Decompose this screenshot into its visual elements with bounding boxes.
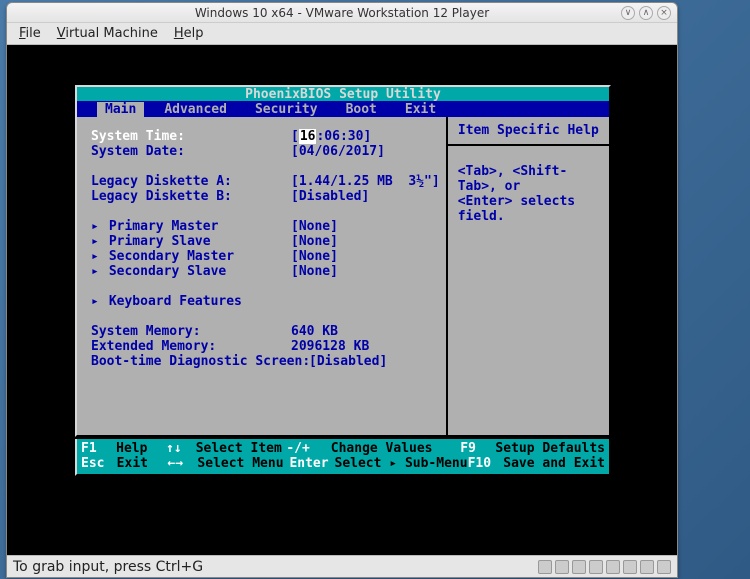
footer-row-1: F1 Help ↑↓ Select Item -/+ Change Values… bbox=[81, 441, 605, 456]
menu-help[interactable]: Help bbox=[168, 24, 210, 43]
field-legacy-diskette-b[interactable]: Legacy Diskette B: [Disabled] bbox=[91, 189, 440, 204]
field-value: [Disabled] bbox=[309, 354, 387, 369]
field-legacy-diskette-a[interactable]: Legacy Diskette A: [1.44/1.25 MB 3½"] bbox=[91, 174, 440, 189]
bios-title: PhoenixBIOS Setup Utility bbox=[75, 85, 611, 101]
field-label: Extended Memory: bbox=[91, 339, 291, 354]
triangle-icon: ▸ bbox=[389, 456, 397, 471]
bios-tab-exit[interactable]: Exit bbox=[391, 102, 450, 117]
field-value: [16:06:30] bbox=[291, 129, 371, 144]
submenu-primary-slave[interactable]: ▸ Primary Slave [None] bbox=[91, 234, 440, 249]
field-label: Legacy Diskette A: bbox=[91, 174, 291, 189]
triangle-icon: ▸ bbox=[91, 234, 101, 249]
field-boot-diag[interactable]: Boot-time Diagnostic Screen: [Disabled] bbox=[91, 354, 440, 369]
window-titlebar[interactable]: Windows 10 x64 - VMware Workstation 12 P… bbox=[7, 3, 677, 23]
menu-file[interactable]: File bbox=[13, 24, 47, 43]
status-text: To grab input, press Ctrl+G bbox=[13, 559, 203, 575]
device-icon[interactable] bbox=[538, 560, 552, 574]
field-system-memory: System Memory: 640 KB bbox=[91, 324, 440, 339]
bios-main-panel: System Time: [16:06:30] System Date: [04… bbox=[77, 117, 446, 435]
field-label: Boot-time Diagnostic Screen: bbox=[91, 354, 309, 369]
field-label: System Time: bbox=[91, 129, 291, 144]
bios-footer: F1 Help ↑↓ Select Item -/+ Change Values… bbox=[75, 439, 611, 476]
triangle-icon: ▸ bbox=[91, 294, 101, 309]
field-label: System Date: bbox=[91, 144, 291, 159]
field-label: Legacy Diskette B: bbox=[91, 189, 291, 204]
triangle-icon: ▸ bbox=[91, 264, 101, 279]
vm-display[interactable]: PhoenixBIOS Setup Utility Main Advanced … bbox=[7, 45, 677, 555]
field-value: [Disabled] bbox=[291, 189, 369, 204]
field-value: [None] bbox=[291, 249, 338, 264]
menubar: File Virtual Machine Help bbox=[7, 23, 677, 45]
field-value: [1.44/1.25 MB 3½"] bbox=[291, 174, 440, 189]
help-body: <Tab>, <Shift-Tab>, or <Enter> selects f… bbox=[448, 146, 609, 242]
bios-tab-main[interactable]: Main bbox=[97, 102, 144, 117]
help-title: Item Specific Help bbox=[448, 117, 609, 146]
device-icon[interactable] bbox=[606, 560, 620, 574]
vmware-player-window: Windows 10 x64 - VMware Workstation 12 P… bbox=[6, 2, 678, 578]
device-icon[interactable] bbox=[572, 560, 586, 574]
maximize-button[interactable]: ∧ bbox=[639, 6, 653, 20]
minimize-button[interactable]: ∨ bbox=[621, 6, 635, 20]
field-system-date[interactable]: System Date: [04/06/2017] bbox=[91, 144, 440, 159]
close-button[interactable]: × bbox=[657, 6, 671, 20]
status-icons bbox=[538, 560, 671, 574]
submenu-keyboard-features[interactable]: ▸ Keyboard Features bbox=[91, 294, 440, 309]
field-value: [None] bbox=[291, 219, 338, 234]
bios-tab-security[interactable]: Security bbox=[241, 102, 332, 117]
field-label: System Memory: bbox=[91, 324, 291, 339]
submenu-secondary-slave[interactable]: ▸ Secondary Slave [None] bbox=[91, 264, 440, 279]
field-value: 2096128 KB bbox=[291, 339, 369, 354]
bios-help-panel: Item Specific Help <Tab>, <Shift-Tab>, o… bbox=[446, 117, 609, 435]
bios-tab-bar: Main Advanced Security Boot Exit bbox=[75, 101, 611, 117]
field-extended-memory: Extended Memory: 2096128 KB bbox=[91, 339, 440, 354]
window-controls: ∨ ∧ × bbox=[621, 6, 671, 20]
window-title: Windows 10 x64 - VMware Workstation 12 P… bbox=[195, 6, 489, 20]
device-icon[interactable] bbox=[640, 560, 654, 574]
footer-row-2: Esc Exit ←→ Select Menu Enter Select ▸ S… bbox=[81, 456, 605, 471]
device-icon[interactable] bbox=[589, 560, 603, 574]
submenu-primary-master[interactable]: ▸ Primary Master [None] bbox=[91, 219, 440, 234]
triangle-icon: ▸ bbox=[91, 219, 101, 234]
submenu-secondary-master[interactable]: ▸ Secondary Master [None] bbox=[91, 249, 440, 264]
device-icon[interactable] bbox=[623, 560, 637, 574]
menu-virtual-machine[interactable]: Virtual Machine bbox=[51, 24, 164, 43]
field-value: [04/06/2017] bbox=[291, 144, 385, 159]
bios-setup: PhoenixBIOS Setup Utility Main Advanced … bbox=[75, 85, 611, 476]
bios-tab-advanced[interactable]: Advanced bbox=[150, 102, 241, 117]
bios-tab-boot[interactable]: Boot bbox=[332, 102, 391, 117]
field-value: 640 KB bbox=[291, 324, 338, 339]
triangle-icon: ▸ bbox=[91, 249, 101, 264]
statusbar: To grab input, press Ctrl+G bbox=[7, 555, 677, 577]
field-system-time[interactable]: System Time: [16:06:30] bbox=[91, 129, 440, 144]
field-value: [None] bbox=[291, 234, 338, 249]
field-value: [None] bbox=[291, 264, 338, 279]
device-icon[interactable] bbox=[657, 560, 671, 574]
bios-body: System Time: [16:06:30] System Date: [04… bbox=[75, 117, 611, 437]
device-icon[interactable] bbox=[555, 560, 569, 574]
